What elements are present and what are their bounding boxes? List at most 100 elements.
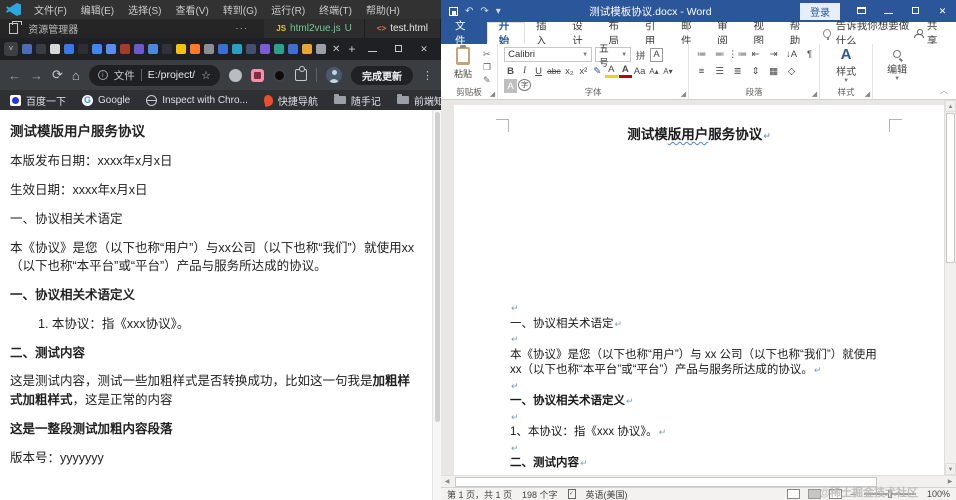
font-tool-icon[interactable]: abc — [546, 64, 562, 78]
undo-icon[interactable]: ↶ — [465, 6, 473, 17]
browser-tab-favicon[interactable] — [106, 44, 116, 54]
tab-引用[interactable]: 引用 — [634, 20, 670, 47]
zoom-level[interactable]: 100% — [924, 489, 950, 499]
scroll-left-icon[interactable]: ◀ — [441, 478, 453, 485]
dialog-launcher-icon[interactable]: ◢ — [865, 90, 870, 98]
extension-icon[interactable] — [229, 68, 242, 82]
reload-icon[interactable]: ⟳ — [52, 67, 63, 83]
paragraph-tool-icon[interactable]: ⇥ — [767, 47, 780, 61]
browser-tab-favicon[interactable] — [50, 44, 60, 54]
hscrollbar-thumb[interactable] — [455, 476, 877, 487]
browser-tab-favicon[interactable] — [162, 44, 172, 54]
close-tab-icon[interactable]: ✕ — [332, 44, 340, 55]
ribbon-display-icon[interactable] — [848, 6, 875, 16]
language-status[interactable]: 英语(美国) — [586, 488, 628, 500]
paragraph-tool-icon[interactable]: ≣ — [731, 64, 744, 78]
paragraph-tool-icon[interactable]: ¶ — [803, 47, 816, 61]
menu-item[interactable]: 终端(T) — [312, 6, 359, 17]
proofing-icon[interactable]: ✓ — [567, 489, 576, 499]
web-layout-icon[interactable] — [829, 489, 843, 499]
forward-icon[interactable]: → — [30, 68, 43, 83]
close-button[interactable]: ✕ — [411, 44, 437, 55]
paragraph-tool-icon[interactable]: ⇕ — [749, 64, 762, 78]
font-tool-icon[interactable]: B — [504, 64, 517, 78]
browser-tab-favicon[interactable] — [78, 44, 88, 54]
tab-设计[interactable]: 设计 — [561, 20, 597, 47]
font-tool-icon[interactable]: Aa — [633, 64, 647, 78]
browser-tab-favicon[interactable] — [190, 44, 200, 54]
print-layout-icon[interactable] — [808, 489, 822, 499]
browser-tab-favicon[interactable] — [148, 44, 158, 54]
browser-tab-favicon[interactable] — [232, 44, 242, 54]
browser-tab-favicon[interactable] — [36, 44, 46, 54]
paragraph-tool-icon[interactable]: ⋮≔ — [728, 47, 747, 61]
tab-视图[interactable]: 视图 — [742, 20, 778, 47]
page-scrollbar[interactable] — [432, 110, 441, 500]
browser-tab-favicon[interactable] — [288, 44, 298, 54]
close-button[interactable]: ✕ — [929, 6, 956, 17]
scroll-up-icon[interactable]: ▲ — [945, 100, 956, 112]
bookmark-item[interactable]: 快捷导航 — [262, 93, 318, 108]
phonetic-guide-icon[interactable]: 拼 — [634, 48, 647, 62]
menu-item[interactable]: 转到(G) — [216, 6, 264, 17]
dialog-launcher-icon[interactable]: ◢ — [812, 90, 817, 98]
home-icon[interactable]: ⌂ — [72, 68, 80, 83]
font-tool-icon[interactable]: U — [532, 64, 545, 78]
maximize-button[interactable] — [902, 6, 929, 16]
tab-file[interactable]: 文件 — [441, 20, 487, 47]
menu-item[interactable]: 编辑(E) — [74, 6, 121, 17]
minimize-button[interactable] — [875, 6, 902, 16]
profile-avatar[interactable] — [326, 67, 342, 83]
save-icon[interactable] — [449, 6, 458, 16]
extension-icon[interactable] — [273, 68, 286, 82]
browser-menu-icon[interactable]: ⋮ — [422, 69, 433, 82]
dialog-launcher-icon[interactable]: ◢ — [490, 90, 495, 98]
clipboard-tool-icon[interactable]: ✂ — [483, 49, 491, 60]
browser-tab-favicon[interactable] — [218, 44, 228, 54]
paragraph-tool-icon[interactable]: ≔ — [695, 47, 708, 61]
paragraph-tool-icon[interactable]: ≕ — [713, 47, 726, 61]
paste-button[interactable]: 粘贴 — [447, 45, 479, 86]
chrome-update-button[interactable]: 完成更新 — [351, 65, 413, 85]
vertical-scrollbar[interactable]: ▲ ▼ — [944, 100, 956, 475]
tab-search-chevron-icon[interactable]: ˅ — [4, 42, 18, 56]
tab-审阅[interactable]: 审阅 — [706, 20, 742, 47]
browser-tab-favicon[interactable] — [204, 44, 214, 54]
explorer-files-icon[interactable] — [9, 21, 23, 34]
dialog-launcher-icon[interactable]: ◢ — [681, 90, 686, 98]
page-info-icon[interactable]: i — [97, 70, 108, 80]
scroll-right-icon[interactable]: ▶ — [944, 478, 956, 485]
page-scrollbar-thumb[interactable] — [434, 112, 440, 422]
character-border-icon[interactable]: A — [650, 47, 664, 62]
tab-开始[interactable]: 开始 — [486, 20, 525, 47]
paragraph-tool-icon[interactable]: ▦ — [767, 64, 780, 78]
clipboard-tool-icon[interactable]: ✎ — [483, 75, 491, 86]
document-page[interactable]: 测试模版用户服务协议↵↵本版发布日期：xxxx 年 x 月 x 日↵↵生效日期：… — [454, 105, 944, 475]
bookmark-item[interactable]: 百度一下 — [10, 93, 66, 108]
extension-icon[interactable] — [251, 68, 264, 82]
browser-tab-favicon[interactable] — [64, 44, 74, 54]
browser-tab-favicon[interactable] — [92, 44, 102, 54]
zoom-slider[interactable] — [864, 490, 916, 498]
font-tool-icon[interactable]: A — [618, 64, 632, 78]
bookmark-item[interactable]: G Google — [82, 94, 130, 106]
font-tool-icon[interactable]: I — [518, 64, 531, 78]
address-bar[interactable]: i 文件 E:/project/myself... ☆ — [88, 64, 220, 86]
menu-item[interactable]: 帮助(H) — [359, 6, 407, 17]
tab-插入[interactable]: 插入 — [525, 20, 561, 47]
paragraph-tool-icon[interactable]: ↓A — [785, 47, 798, 61]
zoom-out-icon[interactable]: – — [850, 489, 856, 500]
browser-tab-favicon[interactable] — [316, 44, 326, 54]
collapse-ribbon-icon[interactable]: ︿ — [940, 85, 956, 99]
paragraph-tool-icon[interactable]: ⇤ — [749, 47, 762, 61]
explorer-more-button[interactable]: ··· — [178, 23, 248, 34]
new-tab-button[interactable]: + — [348, 42, 355, 56]
paragraph-tool-icon[interactable]: ≡ — [695, 64, 708, 78]
font-tool-icon[interactable]: A▾ — [661, 64, 674, 78]
tab-html2vue-js[interactable]: JS html2vue.js U — [264, 19, 365, 38]
url-text[interactable]: E:/project/myself... — [148, 69, 195, 81]
browser-tab-favicon[interactable] — [176, 44, 186, 54]
qat-customize-icon[interactable]: ▾ — [496, 6, 501, 17]
menu-item[interactable]: 查看(V) — [168, 6, 215, 17]
browser-tab-favicon[interactable] — [274, 44, 284, 54]
